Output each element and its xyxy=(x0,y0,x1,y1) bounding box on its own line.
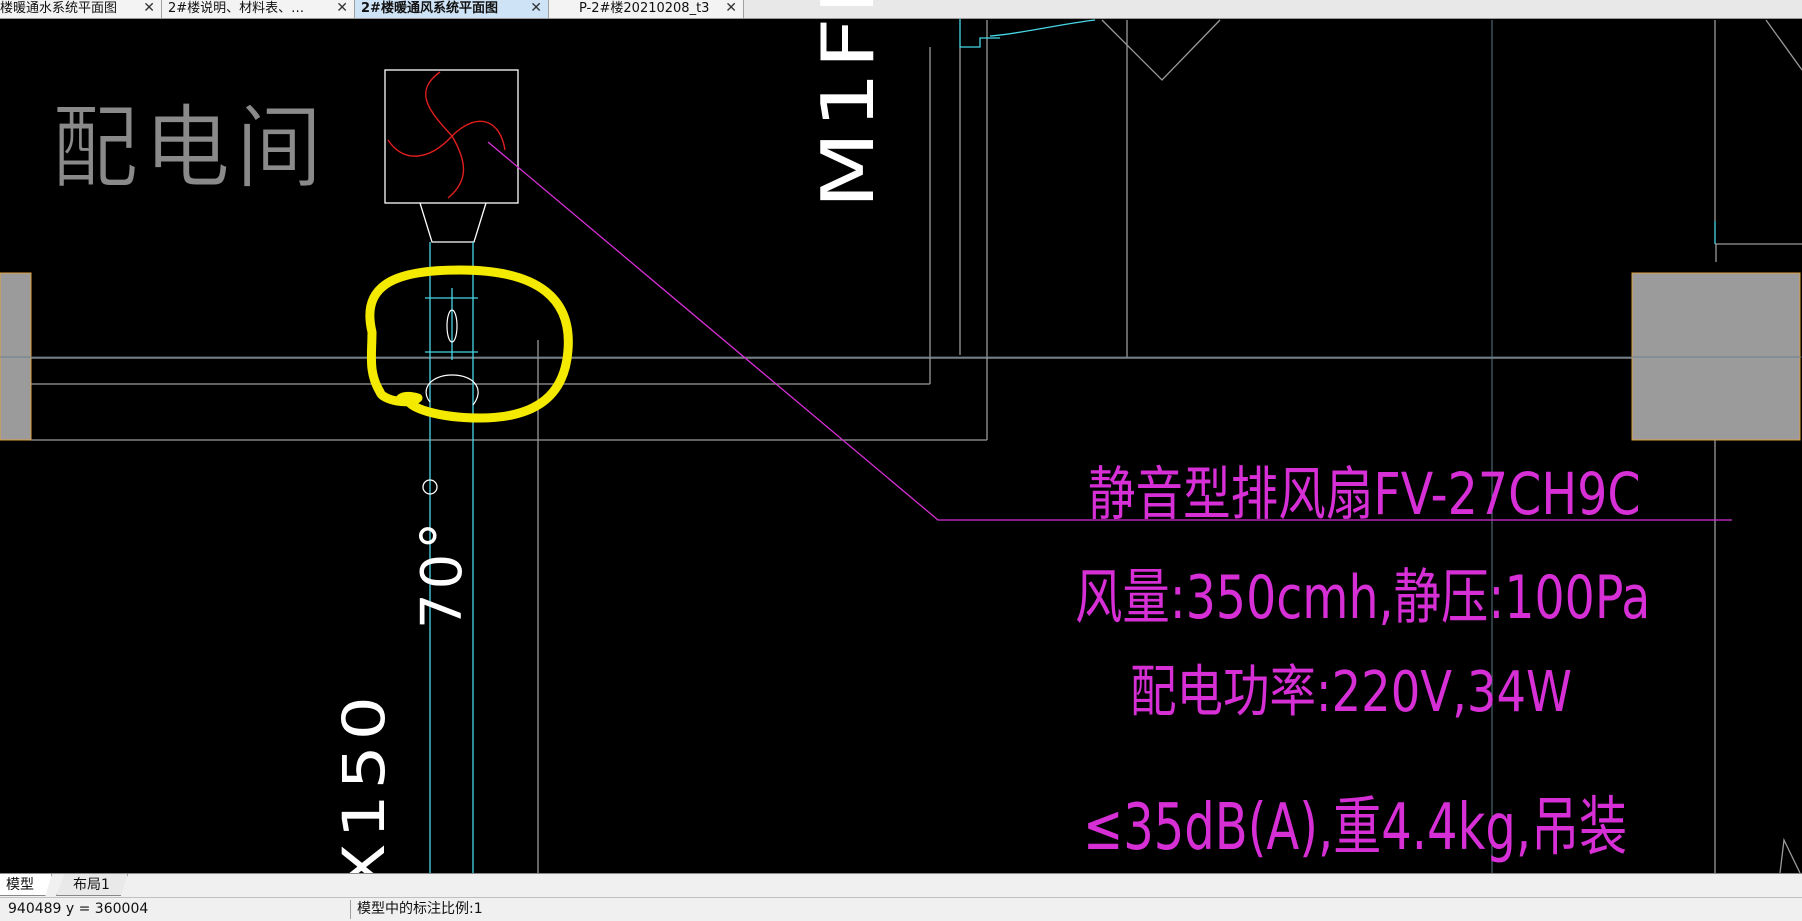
tab-model[interactable]: 模型 xyxy=(0,874,52,896)
close-icon[interactable]: ✕ xyxy=(143,0,155,17)
tab-label: 2#楼暖通风系统平面图 xyxy=(361,1,498,16)
annotation-scale-text: 模型中的标注比例:1 xyxy=(357,901,483,917)
fan-model-annotation: 静音型排风扇FV-27CH9C xyxy=(1088,460,1641,528)
tab-notes-materials[interactable]: 2#楼说明、材料表、… ✕ xyxy=(162,0,355,18)
status-bar: 940489 y = 360004 模型中的标注比例:1 xyxy=(0,897,1802,921)
noise-weight-annotation: ≤35dB(A),重4.4kg,吊装 xyxy=(1083,791,1628,865)
drawing-canvas[interactable]: 配电间 M1FM X150 70° 静音型排风扇FV-27CH9C 风量:350… xyxy=(0,0,1802,891)
tab-label: 楼暖通水系统平面图 xyxy=(0,1,118,16)
coordinate-readout: 940489 y = 360004 xyxy=(8,901,149,917)
close-icon[interactable]: ✕ xyxy=(336,0,348,17)
fan-symbol[interactable] xyxy=(384,69,519,243)
status-divider xyxy=(350,900,351,919)
duct-size-label: X150 xyxy=(330,691,398,891)
close-icon[interactable]: ✕ xyxy=(725,0,737,17)
close-icon[interactable]: ✕ xyxy=(530,0,542,17)
structural-column-left xyxy=(0,272,32,441)
tab-label: 2#楼说明、材料表、… xyxy=(168,1,305,16)
tab-ventilation-plan[interactable]: 2#楼暖通风系统平面图 ✕ xyxy=(355,0,549,18)
tab-layout1[interactable]: 布局1 xyxy=(56,874,128,896)
room-label: 配电间 xyxy=(52,95,328,201)
tab-p2-drawing[interactable]: P-2#楼20210208_t3 ✕ xyxy=(549,0,744,18)
door-code-label: M1FM xyxy=(806,0,890,209)
layout-tab-bar: 模型 布局1 xyxy=(0,873,1802,897)
tab-hvac-water-plan[interactable]: 楼暖通水系统平面图 ✕ xyxy=(0,0,162,18)
structural-column-right xyxy=(1631,272,1801,441)
tab-label: P-2#楼20210208_t3 xyxy=(579,1,710,16)
power-annotation: 配电功率:220V,34W xyxy=(1130,660,1572,725)
airflow-annotation: 风量:350cmh,静压:100Pa xyxy=(1075,563,1651,633)
duct-vertical xyxy=(425,19,1716,873)
document-tab-bar: 楼暖通水系统平面图 ✕ 2#楼说明、材料表、… ✕ 2#楼暖通风系统平面图 ✕ … xyxy=(0,0,1802,19)
duct-bend xyxy=(425,374,479,406)
duct-dimension-label: 70° xyxy=(410,517,475,629)
